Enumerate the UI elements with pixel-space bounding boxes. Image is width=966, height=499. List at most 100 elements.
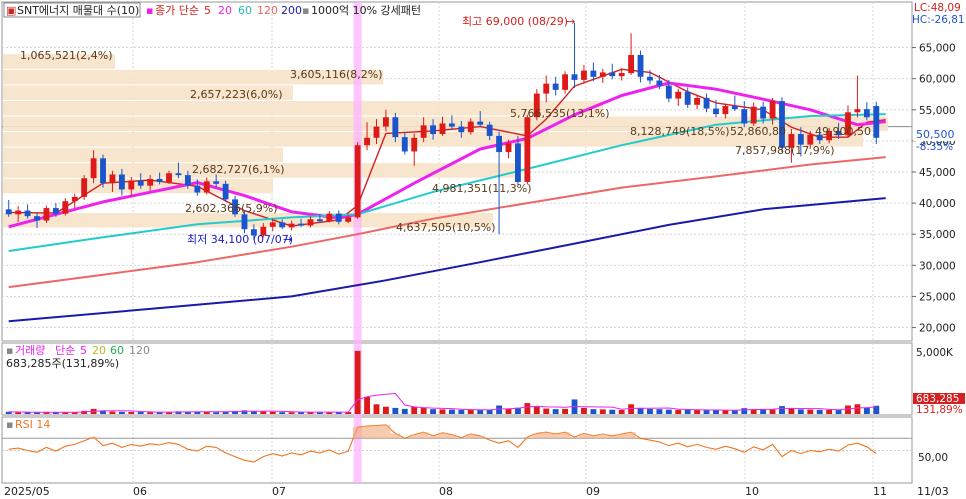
volume-bar xyxy=(816,409,823,414)
volume-bar xyxy=(288,412,295,414)
volume-axis-tick: 5,000K xyxy=(916,347,954,359)
candle-body xyxy=(505,143,512,153)
volume-bar xyxy=(675,409,682,414)
price-tick-label: 65,000 xyxy=(919,43,956,55)
ma-legend-60: 60 xyxy=(238,4,252,17)
chart-title: SNT에너지 매물대 수(10) xyxy=(17,4,139,17)
volume-bar xyxy=(147,412,154,414)
candle-body xyxy=(392,117,399,138)
candle-body xyxy=(656,80,663,86)
volume-bar xyxy=(713,410,719,414)
volume-title: 거래량 xyxy=(15,344,45,357)
candle-body xyxy=(203,181,210,193)
volume-bar xyxy=(260,411,267,414)
candle-body xyxy=(175,173,182,176)
volume-bar xyxy=(863,407,870,414)
candle-body xyxy=(703,97,710,109)
volume-bar xyxy=(137,412,144,414)
candle-body xyxy=(43,208,50,221)
candle-body xyxy=(326,213,333,222)
candle-body xyxy=(335,213,342,222)
volume-bar xyxy=(477,410,484,414)
candle-body xyxy=(90,158,97,179)
volume-ma-5: 5 xyxy=(80,344,87,357)
candle-body xyxy=(628,55,635,74)
low-annotation: 최저 34,100 (07/07) xyxy=(187,233,293,246)
current-change: -8.35% xyxy=(916,141,953,153)
volume-bar xyxy=(373,404,380,414)
volume-bar xyxy=(34,412,40,414)
volume-bar xyxy=(581,407,587,414)
volume-bar xyxy=(430,409,436,414)
candle-body xyxy=(713,108,719,115)
volume-bar xyxy=(458,409,465,414)
volume-last-pct: 131,89% xyxy=(916,404,963,416)
candle-body xyxy=(382,117,389,127)
stock-chart: 1,065,521(2,4%) 3,605,116(8,2%) 2,657,223(… xyxy=(0,0,966,499)
volume-bar xyxy=(505,408,512,414)
volume-bar xyxy=(656,409,663,414)
x-label-09: 09 xyxy=(586,485,600,498)
volume-bar xyxy=(694,409,701,414)
ma-legend-5: 5 xyxy=(204,4,211,17)
candle-body xyxy=(15,210,22,215)
price-tick-label: 20,000 xyxy=(919,323,956,335)
candle-body xyxy=(477,121,484,125)
candle-body xyxy=(411,137,418,152)
ma-legend-20: 20 xyxy=(218,4,232,17)
volume-ma-20: 20 xyxy=(92,344,106,357)
candle-body xyxy=(279,222,286,228)
price-tick-label: 55,000 xyxy=(919,105,956,117)
candle-body xyxy=(34,216,40,221)
volume-bar xyxy=(543,408,550,414)
volume-bar xyxy=(401,408,408,414)
volume-bar xyxy=(392,407,399,414)
volume-bar xyxy=(279,412,286,414)
candle-body xyxy=(100,158,106,184)
candle-body xyxy=(241,214,248,230)
current-price: 50,500 xyxy=(916,128,955,141)
candle-body xyxy=(637,55,644,77)
volume-bar xyxy=(797,409,804,414)
high-arrow-icon: → xyxy=(566,15,575,28)
candle-body xyxy=(316,219,323,222)
candle-body xyxy=(430,125,436,135)
volume-bar xyxy=(722,410,729,414)
candle-body xyxy=(552,83,559,90)
volume-bar xyxy=(779,406,785,414)
volume-profile-label: 3,605,116(8,2%) xyxy=(290,68,383,81)
volume-bar xyxy=(449,409,455,414)
candle-body xyxy=(684,91,691,105)
volume-ma-60: 60 xyxy=(110,344,124,357)
candle-body xyxy=(873,106,880,138)
candle-body xyxy=(420,125,427,138)
x-label-06: 06 xyxy=(133,485,147,498)
volume-bar xyxy=(590,409,597,414)
candle-body xyxy=(128,180,135,190)
candle-body xyxy=(137,180,144,186)
candle-body xyxy=(760,106,767,119)
rsi-title: RSI 14 xyxy=(15,418,50,431)
candle-body xyxy=(515,143,521,182)
candle-body xyxy=(354,145,361,218)
candle-body xyxy=(307,219,314,226)
candle-body xyxy=(571,74,578,80)
volume-bar xyxy=(599,409,606,414)
x-label-2025-05: 2025/05 xyxy=(4,485,50,498)
x-label-07: 07 xyxy=(272,485,286,498)
volume-bar xyxy=(618,409,625,414)
candle-body xyxy=(854,109,861,113)
volume-bar xyxy=(269,411,276,414)
candle-body xyxy=(863,109,870,118)
volume-bar xyxy=(496,405,503,414)
volume-ma-label: 단순 xyxy=(55,344,75,357)
candle-body xyxy=(467,121,474,133)
candle-body xyxy=(750,106,757,124)
volume-profile-label: 2,682,727(6,1%) xyxy=(192,163,285,176)
high-annotation: 최고 69,000 (08/29) xyxy=(462,15,568,28)
volume-bar xyxy=(524,403,531,414)
volume-bar xyxy=(109,411,116,414)
volume-bar xyxy=(703,410,710,414)
candle-body xyxy=(609,72,616,77)
pattern-marker: ▪ xyxy=(302,4,309,17)
